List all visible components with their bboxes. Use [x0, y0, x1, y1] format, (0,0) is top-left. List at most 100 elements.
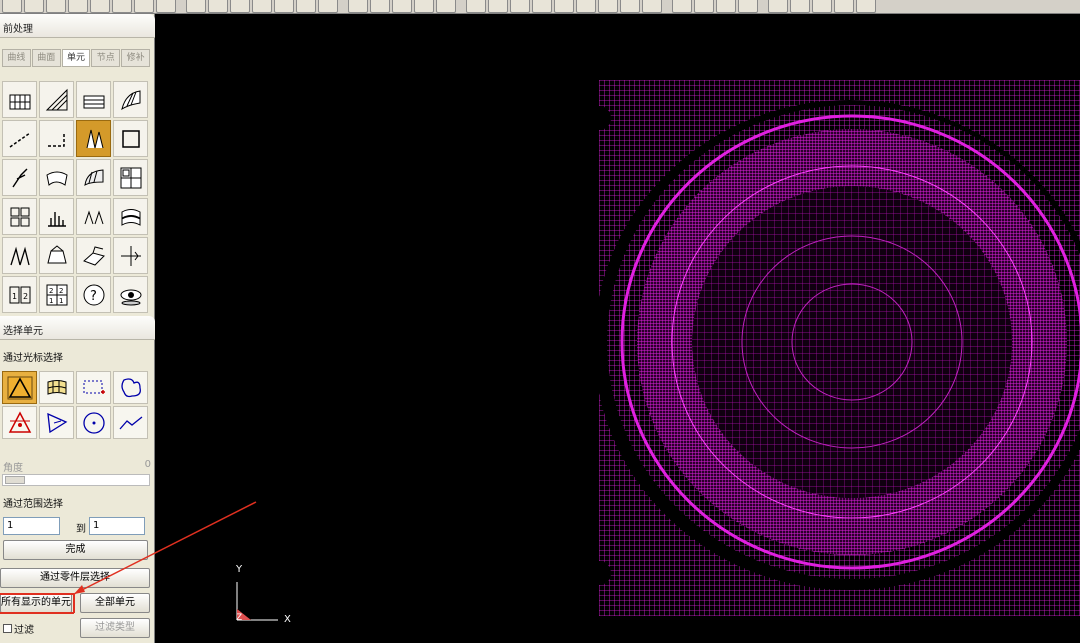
- toolbar-tool-icon[interactable]: [318, 0, 338, 13]
- toolbar-tool-icon[interactable]: [436, 0, 456, 13]
- toolbar-tool-icon[interactable]: [208, 0, 228, 13]
- numbered-2-2-1-button[interactable]: 2211: [39, 276, 74, 313]
- square-frame-button[interactable]: [113, 120, 148, 157]
- filter-type-button[interactable]: 过滤类型: [80, 618, 150, 638]
- part-layer-select-button[interactable]: 通过零件层选择: [0, 568, 150, 588]
- toolbar-tool-icon[interactable]: [672, 0, 692, 13]
- toolbar-tool-icon[interactable]: [370, 0, 390, 13]
- angle-value: 0: [144, 459, 151, 470]
- filter-checkbox[interactable]: [3, 624, 12, 633]
- numbered-1-2-button[interactable]: 12: [2, 276, 37, 313]
- toolbar-tool-icon[interactable]: [510, 0, 530, 13]
- grid-split-icon: [120, 167, 141, 188]
- by-range-label: 通过范围选择: [3, 499, 63, 510]
- toolbar-tool-icon[interactable]: [2, 0, 22, 13]
- tab-4[interactable]: 修补: [121, 49, 150, 67]
- toolbar-tool-icon[interactable]: [186, 0, 206, 13]
- bar-chart-icon: [47, 211, 66, 227]
- fe-mesh-model[interactable]: [599, 80, 1080, 616]
- transform-icon: [9, 246, 30, 265]
- range-from-field[interactable]: 1: [3, 517, 60, 535]
- line-element-button[interactable]: [39, 120, 74, 157]
- toolbar-tool-icon[interactable]: [790, 0, 810, 13]
- toolbar-tool-icon[interactable]: [392, 0, 412, 13]
- polyline-select-button[interactable]: [39, 406, 74, 439]
- fold-button[interactable]: [76, 237, 111, 274]
- dashed-box-icon: [83, 380, 105, 394]
- path-line-icon: [119, 415, 142, 429]
- transform-button[interactable]: [2, 237, 37, 274]
- mesh-4-button[interactable]: [76, 81, 111, 118]
- toolbar-tool-icon[interactable]: [620, 0, 640, 13]
- toolbar-tool-icon[interactable]: [554, 0, 574, 13]
- toolbar-tool-icon[interactable]: [834, 0, 854, 13]
- arrow-plus-button[interactable]: [113, 237, 148, 274]
- grid-split-button[interactable]: [113, 159, 148, 196]
- stack-button[interactable]: [113, 198, 148, 235]
- toolbar-tool-icon[interactable]: [296, 0, 316, 13]
- triangle-3-button[interactable]: [39, 81, 74, 118]
- eye-button[interactable]: [113, 276, 148, 313]
- bar-chart-button[interactable]: [39, 198, 74, 235]
- toolbar-tool-icon[interactable]: [856, 0, 876, 13]
- toolbar-tool-icon[interactable]: [768, 0, 788, 13]
- shear-button[interactable]: [76, 198, 111, 235]
- by-cursor-label: 通过光标选择: [3, 353, 63, 364]
- toolbar-tool-icon[interactable]: [252, 0, 272, 13]
- toolbar-tool-icon[interactable]: [24, 0, 44, 13]
- quad-split-button[interactable]: [2, 198, 37, 235]
- toolbar-tool-icon[interactable]: [348, 0, 368, 13]
- toolbar-tool-icon[interactable]: [230, 0, 250, 13]
- circle-select-button[interactable]: [76, 406, 111, 439]
- tab-1[interactable]: 曲面: [31, 49, 61, 67]
- pin-button[interactable]: [2, 159, 37, 196]
- angle-slider-thumb[interactable]: [5, 476, 25, 484]
- toolbar-tool-icon[interactable]: [46, 0, 66, 13]
- toolbar-tool-icon[interactable]: [642, 0, 662, 13]
- surface-mesh-button[interactable]: [113, 81, 148, 118]
- element-edit-button[interactable]: [76, 120, 111, 157]
- single-select-button[interactable]: [2, 371, 37, 404]
- all-visible-elements-button[interactable]: 所有显示的单元: [0, 593, 72, 613]
- toolbar-tool-icon[interactable]: [90, 0, 110, 13]
- toolbar-tool-icon[interactable]: [694, 0, 714, 13]
- path-select-button[interactable]: [113, 406, 148, 439]
- toolbar-tool-icon[interactable]: [112, 0, 132, 13]
- preprocessing-title: 前处理: [0, 14, 155, 38]
- node-select-button[interactable]: [2, 406, 37, 439]
- extrude-button[interactable]: [39, 237, 74, 274]
- polygon-select-button[interactable]: [113, 371, 148, 404]
- mesh-4-icon: [83, 95, 104, 108]
- toolbar-tool-icon[interactable]: [156, 0, 176, 13]
- tab-2[interactable]: 单元: [61, 49, 91, 67]
- twist-surface-button[interactable]: [39, 159, 74, 196]
- range-to-field[interactable]: 1: [89, 517, 145, 535]
- dashed-line-button[interactable]: [2, 120, 37, 157]
- all-elements-button[interactable]: 全部单元: [80, 593, 150, 613]
- toolbar-tool-icon[interactable]: [598, 0, 618, 13]
- toolbar-tool-icon[interactable]: [576, 0, 596, 13]
- toolbar-tool-icon[interactable]: [488, 0, 508, 13]
- toolbar-tool-icon[interactable]: [532, 0, 552, 13]
- done-button[interactable]: 完成: [3, 540, 148, 560]
- toolbar-tool-icon[interactable]: [716, 0, 736, 13]
- toolbar-tool-icon[interactable]: [414, 0, 434, 13]
- filter-label: 过滤: [14, 625, 34, 636]
- tab-3[interactable]: 节点: [91, 49, 121, 67]
- help-button[interactable]: ?: [76, 276, 111, 313]
- filter-checkbox-row[interactable]: 过滤: [3, 621, 34, 636]
- tab-0[interactable]: 曲线: [2, 49, 31, 67]
- angle-slider[interactable]: [2, 474, 150, 486]
- toolbar-tool-icon[interactable]: [274, 0, 294, 13]
- box-select-button[interactable]: [76, 371, 111, 404]
- toolbar-tool-icon[interactable]: [738, 0, 758, 13]
- toolbar-tool-icon[interactable]: [812, 0, 832, 13]
- surface-select-button[interactable]: [39, 371, 74, 404]
- shear-icon: [84, 209, 103, 224]
- toolbar-tool-icon[interactable]: [466, 0, 486, 13]
- toolbar-tool-icon[interactable]: [134, 0, 154, 13]
- mesh-2d-button[interactable]: [2, 81, 37, 118]
- surface-wrap-button[interactable]: [76, 159, 111, 196]
- triangle-3-icon: [45, 88, 67, 110]
- toolbar-tool-icon[interactable]: [68, 0, 88, 13]
